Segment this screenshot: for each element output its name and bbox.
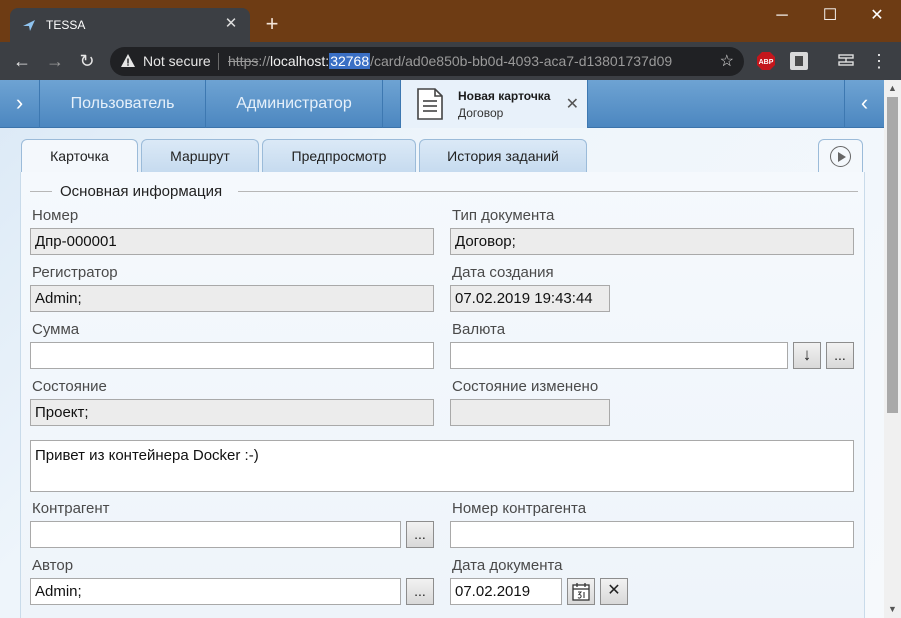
expand-left-icon[interactable]: › xyxy=(0,80,40,128)
bookmark-star-icon[interactable]: ☆ xyxy=(720,51,734,71)
menu-user[interactable]: Пользователь xyxy=(40,80,206,128)
menu-admin[interactable]: Администратор xyxy=(206,80,383,128)
url-path: /card/ad0e850b-bb0d-4093-aca7-d13801737d… xyxy=(370,53,673,69)
url-scheme: https xyxy=(228,53,259,69)
sum-input[interactable] xyxy=(30,342,434,369)
address-bar[interactable]: Not secure https://localhost:32768/card/… xyxy=(110,47,744,76)
browser-tab[interactable]: TESSA ✕ xyxy=(10,8,250,42)
run-button[interactable] xyxy=(818,139,863,172)
tab-preview[interactable]: Предпросмотр xyxy=(262,139,416,172)
calendar-button[interactable] xyxy=(567,578,595,605)
abp-icon[interactable]: ABP xyxy=(757,52,775,70)
warning-icon xyxy=(121,54,135,67)
cast-icon[interactable] xyxy=(837,52,855,70)
state-changed-label: Состояние изменено xyxy=(452,378,599,395)
browser-toolbar: ← → ↻ Not secure https://localhost:32768… xyxy=(0,42,901,80)
url-separator: :// xyxy=(258,53,271,69)
sum-label: Сумма xyxy=(32,321,80,338)
scroll-down-icon[interactable]: ▼ xyxy=(884,601,901,618)
doctype-label: Тип документа xyxy=(452,207,555,224)
calendar-icon xyxy=(572,583,590,601)
back-button[interactable]: ← xyxy=(10,49,34,73)
section-divider-left xyxy=(30,191,52,192)
url-text[interactable]: https://localhost:32768/card/ad0e850b-bb… xyxy=(228,53,672,69)
currency-label: Валюта xyxy=(452,321,506,338)
play-icon xyxy=(838,152,846,162)
card-tab-title: Новая карточка xyxy=(458,89,551,103)
author-input[interactable]: Admin; xyxy=(30,578,401,605)
state-label: Состояние xyxy=(32,378,107,395)
new-tab-button[interactable]: + xyxy=(260,12,284,36)
partner-label: Контрагент xyxy=(32,500,110,517)
currency-input[interactable] xyxy=(450,342,788,369)
tab-close-icon[interactable]: ✕ xyxy=(222,15,240,33)
reload-button[interactable]: ↻ xyxy=(75,49,99,73)
tab-title: TESSA xyxy=(46,18,86,32)
author-label: Автор xyxy=(32,557,74,574)
tab-card[interactable]: Карточка xyxy=(21,139,138,172)
doctype-field[interactable]: Договор; xyxy=(450,228,854,255)
comment-textarea[interactable]: Привет из контейнера Docker :-) xyxy=(30,440,854,492)
browser-titlebar: TESSA ✕ + ─ ☐ ✕ xyxy=(0,0,901,42)
tab-route[interactable]: Маршрут xyxy=(141,139,259,172)
url-host: localhost: xyxy=(270,53,330,69)
open-card-tab[interactable]: Новая карточка Договор ✕ xyxy=(400,80,588,128)
omnibox-separator xyxy=(218,53,219,70)
section-divider-right xyxy=(238,191,858,192)
card-tab-subtitle: Договор xyxy=(458,106,504,120)
collapse-right-icon[interactable]: ‹ xyxy=(844,80,884,128)
clear-date-button[interactable]: ✕ xyxy=(600,578,628,605)
card-tab-close-icon[interactable]: ✕ xyxy=(566,94,579,114)
forward-button[interactable]: → xyxy=(43,49,67,73)
app-header: › Пользователь Администратор Новая карто… xyxy=(0,80,884,128)
currency-more-button[interactable]: ... xyxy=(826,342,854,369)
docdate-label: Дата документа xyxy=(452,557,563,574)
page-content: › Пользователь Администратор Новая карто… xyxy=(0,80,884,618)
partner-input[interactable] xyxy=(30,521,401,548)
partner-more-button[interactable]: ... xyxy=(406,521,434,548)
registrar-field[interactable]: Admin; xyxy=(30,285,434,312)
partner-number-input[interactable] xyxy=(450,521,854,548)
partner-number-label: Номер контрагента xyxy=(452,500,587,517)
number-label: Номер xyxy=(32,207,79,224)
browser-menu-icon[interactable]: ⋮ xyxy=(867,49,891,73)
created-field[interactable]: 07.02.2019 19:43:44 xyxy=(450,285,610,312)
scroll-thumb[interactable] xyxy=(887,97,898,413)
url-port: 32768 xyxy=(329,53,371,69)
number-field[interactable]: Дпр-000001 xyxy=(30,228,434,255)
svg-text:ABP: ABP xyxy=(759,59,774,66)
close-window-button[interactable]: ✕ xyxy=(862,4,892,28)
section-title: Основная информация xyxy=(60,183,223,200)
registrar-label: Регистратор xyxy=(32,264,118,281)
state-changed-field[interactable] xyxy=(450,399,610,426)
extension-icon[interactable] xyxy=(790,52,808,70)
tab-task-history[interactable]: История заданий xyxy=(419,139,587,172)
tessa-favicon-icon xyxy=(23,20,35,31)
scroll-up-icon[interactable]: ▲ xyxy=(884,80,901,97)
docdate-input[interactable]: 07.02.2019 xyxy=(450,578,562,605)
minimize-button[interactable]: ─ xyxy=(767,4,797,28)
author-more-button[interactable]: ... xyxy=(406,578,434,605)
state-field[interactable]: Проект; xyxy=(30,399,434,426)
maximize-button[interactable]: ☐ xyxy=(815,4,845,28)
created-label: Дата создания xyxy=(452,264,554,281)
not-secure-label: Not secure xyxy=(143,53,211,69)
currency-dropdown-button[interactable]: ↓ xyxy=(793,342,821,369)
document-icon xyxy=(417,88,443,120)
